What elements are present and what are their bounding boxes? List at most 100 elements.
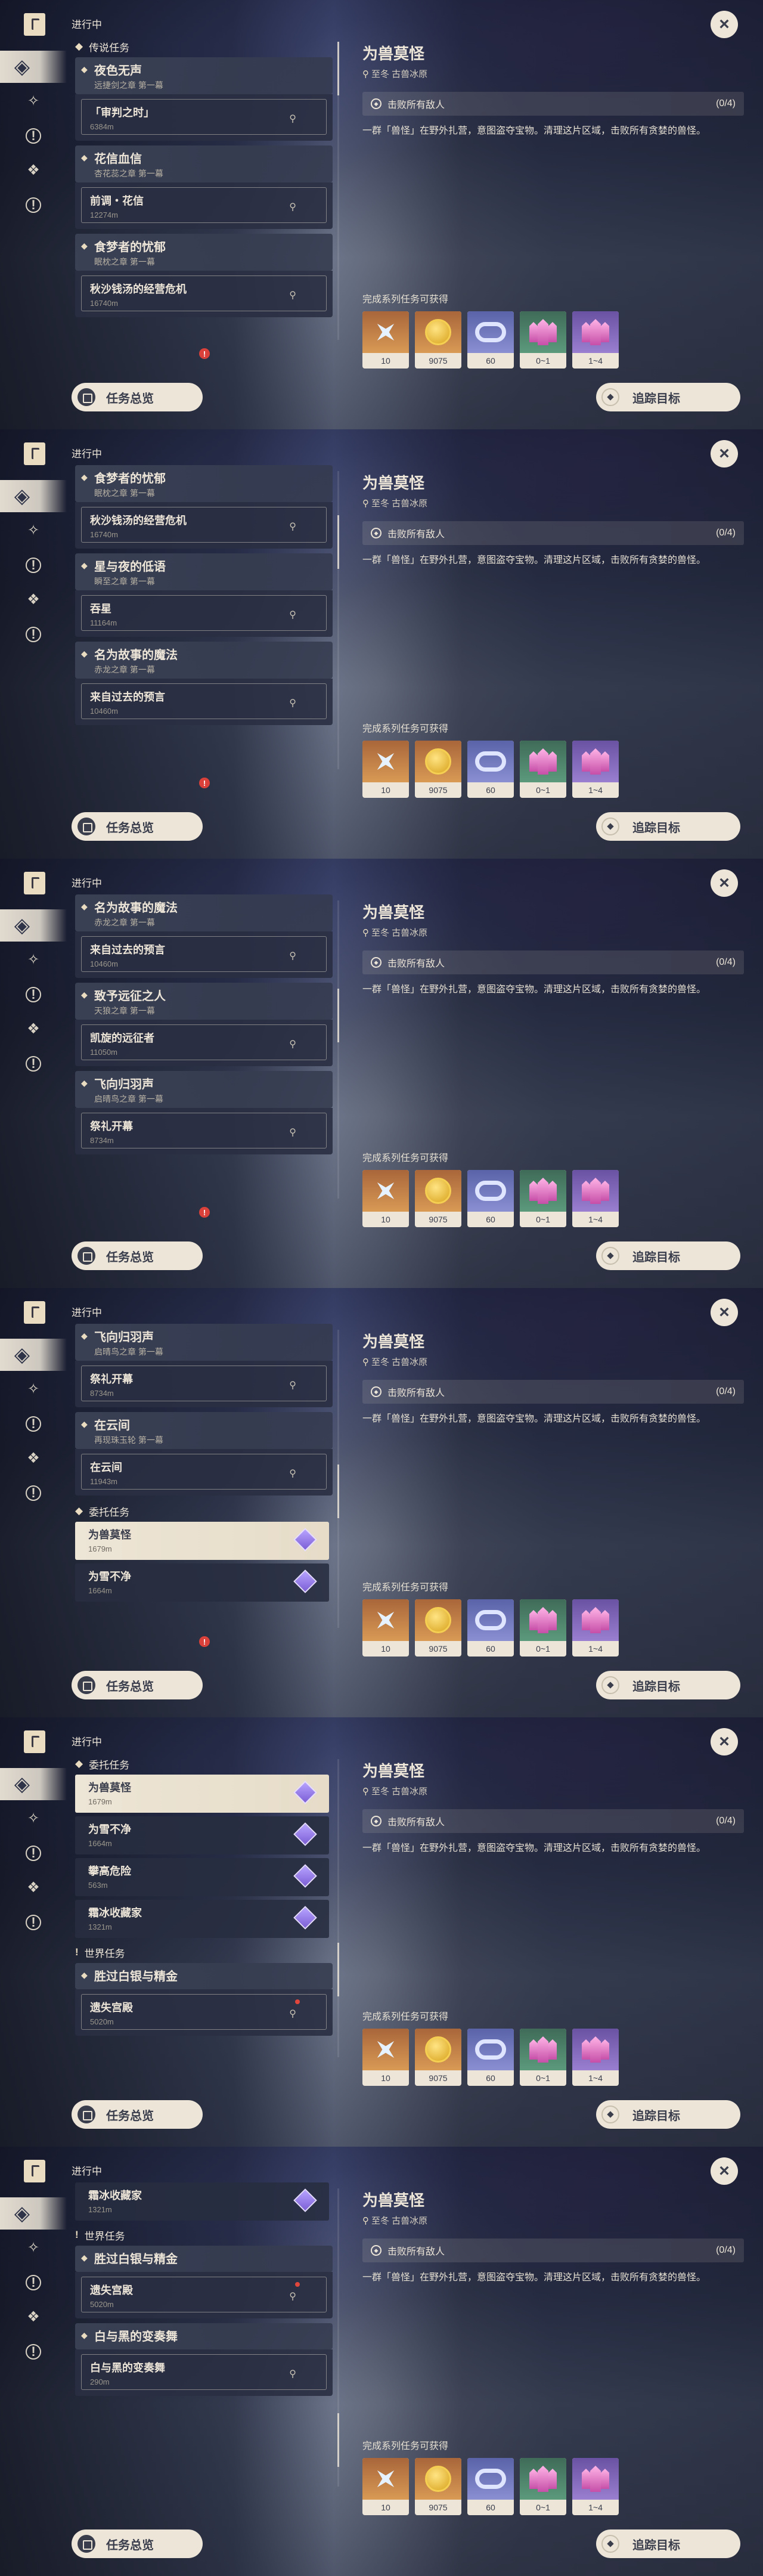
category-quest-commission[interactable]: ❖ [21,2305,45,2329]
scrollbar[interactable] [337,471,339,769]
category-quest-world[interactable]: ! [21,124,45,148]
reward-item[interactable]: 9075 [415,2029,461,2086]
quest-step-card[interactable]: 遗失宫殿 5020m ⚲ [75,2272,333,2318]
category-quest-all[interactable]: ◈ [0,480,67,512]
category-quest-world[interactable]: ! [21,1841,45,1865]
category-quest-commission[interactable]: ❖ [21,1017,45,1041]
reward-item[interactable]: 9075 [415,311,461,369]
reward-item[interactable]: 1~4 [572,741,619,798]
quest-step-card[interactable]: 凯旋的远征者 11050m ⚲ [75,1020,333,1066]
reward-item[interactable]: 10 [362,1170,409,1227]
category-quest-all[interactable]: ◈ [0,1768,67,1800]
reward-item[interactable]: 0~1 [520,741,566,798]
quest-step-card[interactable]: 在云间 11943m ⚲ [75,1449,333,1496]
commission-item[interactable]: 为雪不净 1664m [75,1816,329,1854]
reward-item[interactable]: 10 [362,741,409,798]
reward-item[interactable]: 9075 [415,741,461,798]
category-quest-legend[interactable]: ✧ [21,89,45,113]
quest-step-card[interactable]: 来自过去的预言 10460m ⚲ [75,679,333,725]
category-quest-legend[interactable]: ✧ [21,2236,45,2260]
quest-step-card[interactable]: 「审判之时」 6384m ⚲ [75,94,333,141]
reward-item[interactable]: 0~1 [520,1170,566,1227]
quest-group-header[interactable]: ◆ 胜过白银与精金 [75,2246,333,2272]
category-quest-commission[interactable]: ❖ [21,1876,45,1900]
category-quest-commission[interactable]: ❖ [21,159,45,182]
close-button[interactable]: × [711,2157,738,2185]
category-quest-legend[interactable]: ✧ [21,1377,45,1401]
category-quest-all[interactable]: ◈ [0,51,67,83]
reward-item[interactable]: 10 [362,311,409,369]
quest-group-header[interactable]: ◆ 花信血信 杏花蕊之章 第一幕 [75,145,333,182]
reward-item[interactable]: 9075 [415,2458,461,2515]
track-objective-button[interactable]: 追踪目标 [596,1241,740,1270]
reward-item[interactable]: 9075 [415,1170,461,1227]
reward-item[interactable]: 60 [467,1170,514,1227]
quest-group-header[interactable]: ◆ 夜色无声 远捷剑之章 第一幕 [75,57,333,94]
scrollbar-thumb[interactable] [337,989,339,1042]
close-button[interactable]: × [711,869,738,897]
reward-item[interactable]: 60 [467,2458,514,2515]
category-quest-all[interactable]: ◈ [0,2197,67,2230]
quest-overview-button[interactable]: 任务总览 [72,2529,203,2558]
commission-item[interactable]: 为兽莫怪 1679m [75,1522,329,1560]
quest-group-header[interactable]: ◆ 白与黑的变奏舞 [75,2323,333,2349]
commission-item[interactable]: 霜冰收藏家 1321m [75,2182,329,2221]
scrollbar[interactable] [337,1330,339,1628]
scrollbar[interactable] [337,1759,339,2057]
reward-item[interactable]: 10 [362,2458,409,2515]
reward-item[interactable]: 0~1 [520,2458,566,2515]
quest-step-card[interactable]: 前调・花信 12274m ⚲ [75,182,333,229]
quest-group-header[interactable]: ◆ 名为故事的魔法 赤龙之章 第一幕 [75,642,333,679]
track-objective-button[interactable]: 追踪目标 [596,1671,740,1699]
quest-group-header[interactable]: ◆ 星与夜的低语 瞬至之章 第一幕 [75,553,333,590]
scrollbar-thumb[interactable] [337,515,339,569]
quest-step-card[interactable]: 吞星 11164m ⚲ [75,590,333,637]
close-button[interactable]: × [711,1299,738,1326]
category-quest-legend[interactable]: ✧ [21,519,45,543]
category-quest-commission[interactable]: ❖ [21,588,45,612]
close-button[interactable]: × [711,1728,738,1755]
reward-item[interactable]: 60 [467,1599,514,1657]
quest-overview-button[interactable]: 任务总览 [72,383,203,411]
quest-group-header[interactable]: ◆ 在云间 再现珠玉轮 第一幕 [75,1412,333,1449]
quest-group-header[interactable]: ◆ 食梦者的忧郁 眠枕之章 第一幕 [75,465,333,502]
commission-item[interactable]: 攀高危险 563m [75,1858,329,1896]
reward-item[interactable]: 0~1 [520,1599,566,1657]
category-quest-commission[interactable]: ❖ [21,1447,45,1470]
quest-step-card[interactable]: 祭礼开幕 8734m ⚲ [75,1108,333,1154]
reward-item[interactable]: 1~4 [572,1599,619,1657]
quest-step-card[interactable]: 白与黑的变奏舞 290m ⚲ [75,2349,333,2396]
reward-item[interactable]: 0~1 [520,2029,566,2086]
quest-group-header[interactable]: ◆ 胜过白银与精金 [75,1963,333,1989]
scrollbar[interactable] [337,900,339,1199]
scrollbar[interactable] [337,42,339,340]
scrollbar-thumb[interactable] [337,42,339,95]
category-quest-world[interactable]: ! [21,983,45,1007]
close-button[interactable]: × [711,440,738,467]
reward-item[interactable]: 1~4 [572,311,619,369]
reward-item[interactable]: 60 [467,2029,514,2086]
quest-group-header[interactable]: ◆ 名为故事的魔法 赤龙之章 第一幕 [75,894,333,931]
quest-group-header[interactable]: ◆ 飞向归羽声 启晴鸟之章 第一幕 [75,1324,333,1361]
quest-group-header[interactable]: ◆ 飞向归羽声 启晴鸟之章 第一幕 [75,1071,333,1108]
reward-item[interactable]: 1~4 [572,2458,619,2515]
category-quest-event[interactable]: ! [21,193,45,217]
reward-item[interactable]: 10 [362,1599,409,1657]
commission-item[interactable]: 为兽莫怪 1679m [75,1775,329,1813]
category-quest-event[interactable]: ! [21,1052,45,1076]
category-quest-legend[interactable]: ✧ [21,948,45,972]
close-button[interactable]: × [711,11,738,38]
reward-item[interactable]: 0~1 [520,311,566,369]
category-quest-all[interactable]: ◈ [0,909,67,942]
quest-overview-button[interactable]: 任务总览 [72,812,203,841]
quest-step-card[interactable]: 祭礼开幕 8734m ⚲ [75,1361,333,1407]
category-quest-event[interactable]: ! [21,2340,45,2364]
commission-item[interactable]: 为雪不净 1664m [75,1563,329,1602]
scrollbar-thumb[interactable] [337,1943,339,1996]
track-objective-button[interactable]: 追踪目标 [596,2529,740,2558]
quest-overview-button[interactable]: 任务总览 [72,1241,203,1270]
category-quest-event[interactable]: ! [21,1481,45,1505]
reward-item[interactable]: 9075 [415,1599,461,1657]
category-quest-world[interactable]: ! [21,2271,45,2295]
category-quest-legend[interactable]: ✧ [21,1807,45,1831]
